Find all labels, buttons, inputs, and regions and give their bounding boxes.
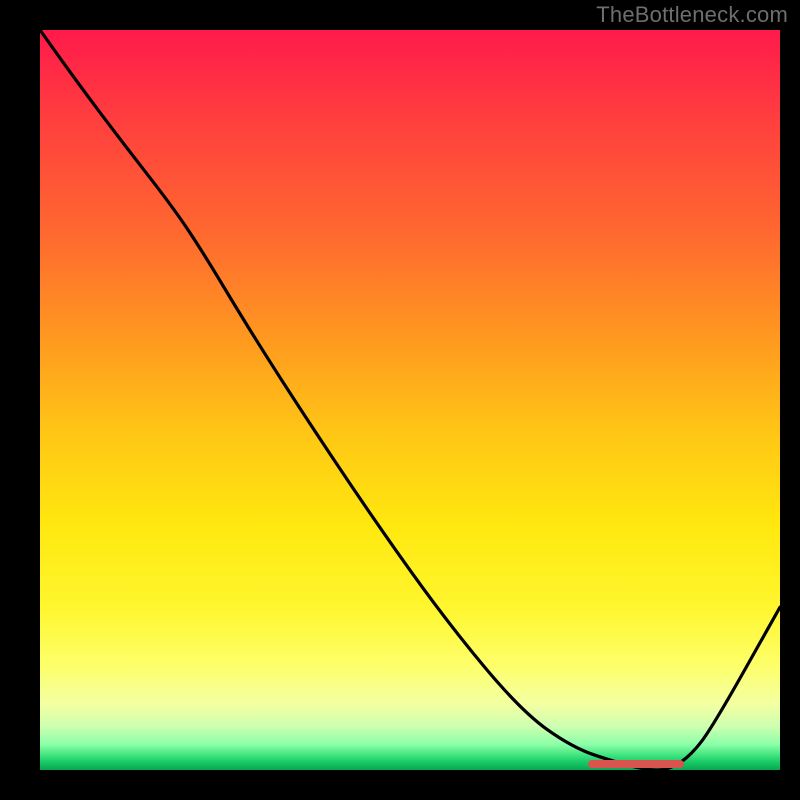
curve-path (40, 30, 780, 770)
optimal-range-marker (588, 760, 684, 768)
chart-frame: TheBottleneck.com (0, 0, 800, 800)
plot-area (40, 30, 780, 770)
attribution-label: TheBottleneck.com (596, 2, 788, 28)
bottleneck-curve (40, 30, 780, 770)
